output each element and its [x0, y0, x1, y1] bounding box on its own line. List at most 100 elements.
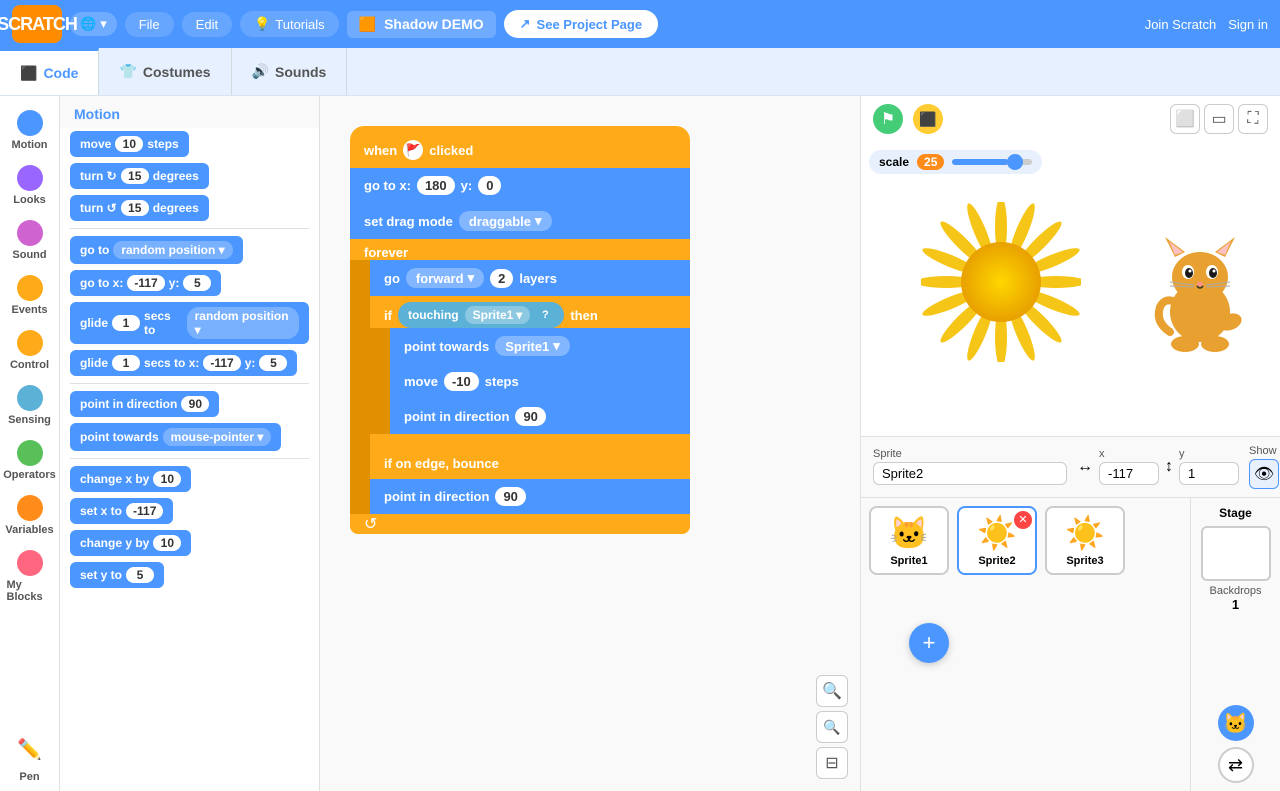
forever-body: go forward ▾ 2 layers if — [350, 260, 690, 514]
sidebar-item-myblocks[interactable]: My Blocks — [3, 544, 57, 609]
sidebar-item-operators[interactable]: Operators — [3, 434, 57, 487]
block-change-y[interactable]: change y by 10 — [60, 527, 319, 559]
file-menu[interactable]: File — [125, 12, 174, 37]
block-turn-cw[interactable]: turn ↻ 15 degrees — [60, 160, 319, 192]
backdrops-label: Backdrops — [1210, 585, 1262, 597]
go-value[interactable]: 2 — [490, 269, 513, 288]
sprite-thumb-3[interactable]: ☀️ Sprite3 — [1045, 506, 1125, 575]
block-turn-ccw[interactable]: turn ↺ 15 degrees — [60, 192, 319, 224]
go-forward-block[interactable]: go forward ▾ 2 layers — [370, 260, 690, 296]
sidebar-item-motion[interactable]: Motion — [3, 104, 57, 157]
point-dir-value[interactable]: 90 — [515, 407, 545, 426]
block-set-y[interactable]: set y to 5 — [60, 559, 319, 591]
sounds-icon: 🔊 — [252, 63, 269, 80]
block-goto[interactable]: go to random position ▾ — [60, 233, 319, 267]
go-direction-dropdown[interactable]: forward ▾ — [406, 268, 484, 288]
sidebar-item-events[interactable]: Events — [3, 269, 57, 322]
drag-mode-block[interactable]: set drag mode draggable ▾ — [350, 203, 690, 239]
point-dir2-block[interactable]: point in direction 90 — [370, 479, 690, 514]
stage-view-buttons: ⬜ ▭ ⛶ — [1170, 104, 1268, 134]
edit-menu[interactable]: Edit — [182, 12, 232, 37]
tab-costumes[interactable]: 👕 Costumes — [99, 48, 231, 95]
point-towards-block[interactable]: point towards Sprite1 ▾ — [390, 328, 690, 364]
big-stage-button[interactable]: ▭ — [1204, 104, 1234, 134]
scale-bar: scale 25 — [869, 150, 1042, 174]
goto-block[interactable]: go to x: 180 y: 0 — [350, 168, 690, 203]
fit-button[interactable]: ⊟ — [816, 747, 848, 779]
point-dir-block[interactable]: point in direction 90 — [390, 399, 690, 434]
pen-icon: ✏️ — [17, 737, 42, 762]
touching-sprite-dropdown[interactable]: Sprite1 ▾ — [465, 306, 531, 324]
drag-dropdown[interactable]: draggable ▾ — [459, 211, 552, 231]
sidebar-item-looks[interactable]: Looks — [3, 159, 57, 212]
block-goto-xy[interactable]: go to x: -117 y: 5 — [60, 267, 319, 299]
tab-code[interactable]: ⬛ Code — [0, 48, 99, 95]
add-sprite-button[interactable]: + — [909, 623, 949, 663]
arrow-x-icon: ↔ — [1077, 458, 1093, 476]
control-dot — [17, 330, 43, 356]
stop-button[interactable]: ⬛ — [913, 104, 943, 134]
globe-button[interactable]: 🌐 ▾ — [70, 12, 117, 36]
if-block-header[interactable]: if touching Sprite1 ▾ ? then — [370, 296, 690, 328]
scale-slider-thumb[interactable] — [1007, 154, 1023, 170]
move-steps-block[interactable]: move -10 steps — [390, 364, 690, 399]
block-glide-rnd[interactable]: glide 1 secs to random position ▾ — [60, 299, 319, 347]
goto-x-value[interactable]: 180 — [417, 176, 455, 195]
sprite1-image: 🐱 — [889, 514, 929, 552]
hat-block[interactable]: when 🚩 clicked — [350, 126, 690, 168]
tutorials-button[interactable]: 💡 Tutorials — [240, 11, 339, 37]
looks-dot — [17, 165, 43, 191]
sprite-thumb-2[interactable]: ✕ ☀️ Sprite2 — [957, 506, 1037, 575]
switch-backdrop-button[interactable]: ⇄ — [1218, 747, 1254, 783]
scale-label: scale — [879, 155, 909, 169]
block-change-x[interactable]: change x by 10 — [60, 463, 319, 495]
block-point-dir[interactable]: point in direction 90 — [60, 388, 319, 420]
tab-sounds[interactable]: 🔊 Sounds — [232, 48, 348, 95]
y-coord-input[interactable] — [1179, 462, 1239, 485]
block-set-x[interactable]: set x to -117 — [60, 495, 319, 527]
stage-thumbnail[interactable] — [1201, 526, 1271, 581]
scratch-logo[interactable]: SCRATCH — [12, 5, 62, 43]
pt-sprite-dropdown[interactable]: Sprite1 ▾ — [495, 336, 570, 356]
sprite-name-input[interactable] — [873, 462, 1067, 485]
pen-button[interactable]: ✏️ — [12, 731, 48, 767]
small-stage-button[interactable]: ⬜ — [1170, 104, 1200, 134]
sidebar-item-variables[interactable]: Variables — [3, 489, 57, 542]
motion-dot — [17, 110, 43, 136]
x-coord-input[interactable] — [1099, 462, 1159, 485]
zoom-out-button[interactable]: 🔍 — [816, 711, 848, 743]
sprite2-delete-button[interactable]: ✕ — [1014, 511, 1032, 529]
scale-slider[interactable] — [952, 159, 1032, 165]
point-dir2-value[interactable]: 90 — [495, 487, 525, 506]
see-project-icon: ↗ — [520, 16, 531, 32]
add-backdrop-button[interactable]: 🐱 — [1218, 705, 1254, 741]
forever-block-header[interactable]: forever — [350, 239, 690, 260]
sign-in-link[interactable]: Sign in — [1228, 17, 1268, 32]
sprite-info-bar: Sprite ↔ x ↕ y Show — [861, 436, 1280, 498]
move-value[interactable]: -10 — [444, 372, 479, 391]
sidebar-item-sensing[interactable]: Sensing — [3, 379, 57, 432]
sprite-thumb-1[interactable]: 🐱 Sprite1 — [869, 506, 949, 575]
see-project-button[interactable]: ↗ See Project Page — [504, 10, 658, 38]
green-flag-button[interactable]: ⚑ — [873, 104, 903, 134]
add-sprite-area: + — [869, 583, 949, 663]
refresh-icon: ↺ — [364, 514, 377, 534]
sidebar-item-sound[interactable]: Sound — [3, 214, 57, 267]
if-block-bottom — [370, 434, 690, 448]
script-canvas: when 🚩 clicked go to x: 180 y: 0 set dra… — [320, 96, 860, 791]
tutorials-icon: 💡 — [254, 16, 270, 32]
code-icon: ⬛ — [20, 65, 37, 82]
stop-icon: ⬛ — [919, 111, 936, 128]
edge-bounce-block[interactable]: if on edge, bounce — [370, 448, 690, 479]
zoom-in-button[interactable]: 🔍 — [816, 675, 848, 707]
show-button[interactable]: 👁 — [1249, 459, 1279, 489]
sidebar-item-control[interactable]: Control — [3, 324, 57, 377]
block-move[interactable]: move 10 steps — [60, 128, 319, 160]
fullscreen-button[interactable]: ⛶ — [1238, 104, 1268, 134]
block-point-towards[interactable]: point towards mouse-pointer ▾ — [60, 420, 319, 454]
events-dot — [17, 275, 43, 301]
join-scratch-link[interactable]: Join Scratch — [1145, 17, 1217, 32]
block-glide-xy[interactable]: glide 1 secs to x: -117 y: 5 — [60, 347, 319, 379]
sprite3-name: Sprite3 — [1066, 555, 1103, 567]
goto-y-value[interactable]: 0 — [478, 176, 501, 195]
